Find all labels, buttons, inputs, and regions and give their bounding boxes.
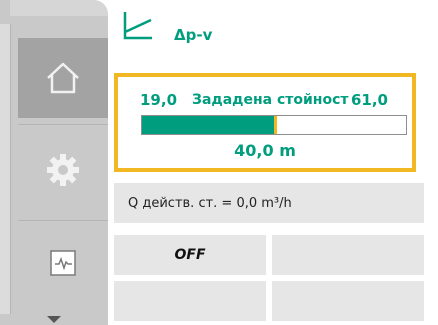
empty-tile [272,235,424,275]
nav-separator [18,220,108,221]
empty-tile [272,281,424,321]
setpoint-bar[interactable] [141,115,407,135]
status-off-label: OFF [174,247,206,263]
flow-info-box[interactable]: Q действ. ст. = 0,0 m³/h [114,183,424,223]
status-tile-off[interactable]: OFF [114,235,266,275]
setpoint-value: 40,0 m [234,141,296,160]
setpoint-bar-marker [274,116,277,134]
rail-top-cap [10,0,108,16]
setpoint-title: Зададена стойност [192,92,349,108]
nav-item-settings[interactable] [18,130,108,210]
setpoint-bar-fill [142,116,274,134]
dp-v-curve-icon [123,12,152,40]
nav-separator [18,124,108,125]
chevron-down-icon[interactable] [47,316,61,323]
nav-item-home[interactable] [18,38,108,118]
gear-icon [47,154,79,186]
home-icon [47,62,79,94]
flow-info-text: Q действ. ст. = 0,0 m³/h [128,195,292,211]
control-mode-label: Δp-v [174,26,213,44]
empty-tile [114,281,266,321]
diagnostics-icon [50,250,76,276]
setpoint-max: 61,0 [350,91,388,109]
rail-edge [0,24,11,314]
setpoint-min: 19,0 [140,91,178,109]
setpoint-card[interactable]: 19,0 Зададена стойност 61,0 40,0 m [114,73,416,172]
main-panel: Δp-v 19,0 Зададена стойност 61,0 40,0 m … [110,0,438,325]
nav-item-diagnostics[interactable] [18,228,108,298]
